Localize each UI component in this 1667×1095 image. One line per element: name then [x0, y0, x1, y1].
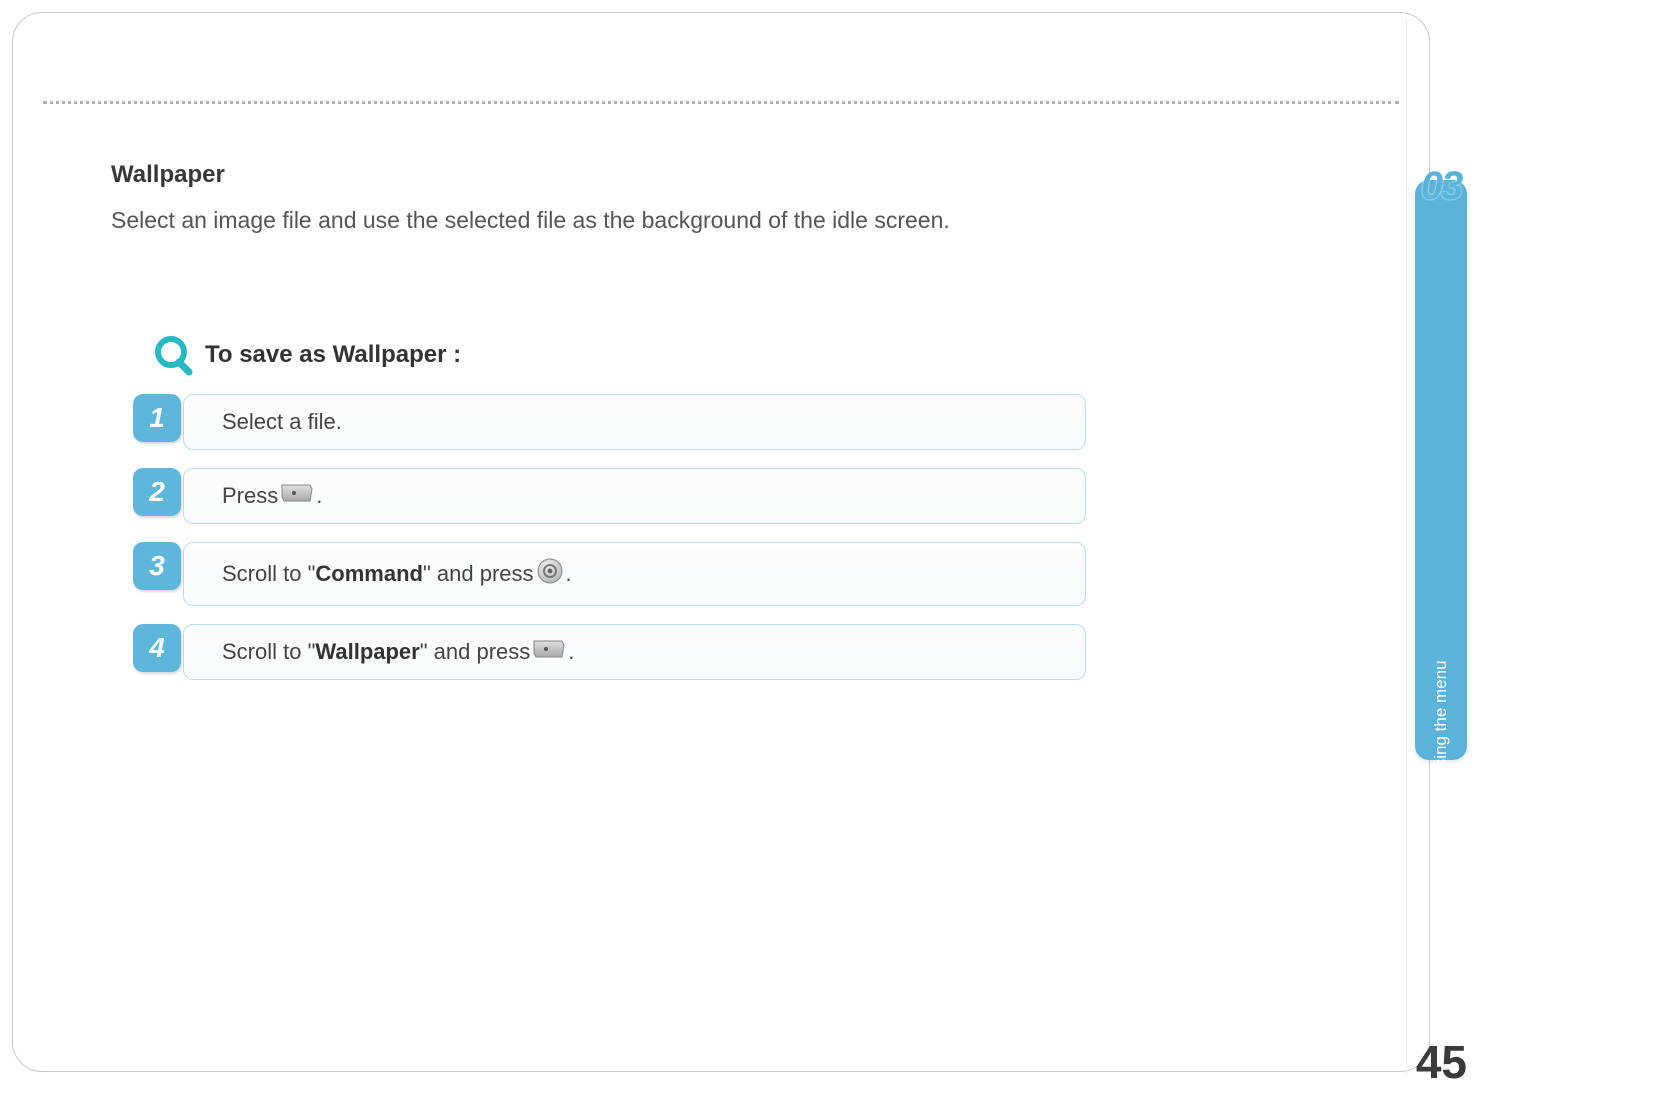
- dotted-divider: [43, 101, 1399, 104]
- step-text: Press: [222, 483, 278, 509]
- step-box: Select a file.: [183, 394, 1086, 450]
- section-title: Wallpaper: [111, 161, 1369, 189]
- step-row: 2Press .: [151, 468, 1086, 524]
- softkey-icon: [532, 639, 566, 665]
- page-number: 45: [1416, 1035, 1467, 1089]
- chapter-tab: 03 Using the menu: [1415, 180, 1467, 760]
- steps-container: 1Select a file. 2Press . 3Scroll to "Comma…: [151, 394, 1086, 680]
- step-text: .: [568, 639, 574, 665]
- step-text: " and press: [423, 561, 534, 587]
- vertical-gutter-line: [1406, 20, 1407, 1075]
- step-text: Scroll to ": [222, 561, 315, 587]
- step-number-badge: 3: [133, 542, 181, 590]
- step-box: Press .: [183, 468, 1086, 524]
- step-text: " and press: [420, 639, 531, 665]
- procedure-title: To save as Wallpaper :: [205, 341, 461, 369]
- step-number-badge: 4: [133, 624, 181, 672]
- step-row: 3Scroll to "Command" and press .: [151, 542, 1086, 606]
- step-text: .: [566, 561, 572, 587]
- section-description: Select an image file and use the selecte…: [111, 207, 1369, 234]
- magnifier-icon: [151, 334, 193, 376]
- step-number-badge: 1: [133, 394, 181, 442]
- step-row: 4Scroll to "Wallpaper" and press .: [151, 624, 1086, 680]
- procedure-block: To save as Wallpaper : 1Select a file. 2P…: [151, 334, 1086, 680]
- chapter-number: 03: [1421, 164, 1462, 209]
- softkey-icon: [280, 483, 314, 509]
- procedure-header: To save as Wallpaper :: [151, 334, 1086, 376]
- content-area: Wallpaper Select an image file and use t…: [111, 161, 1369, 698]
- ok-button-icon: [536, 557, 564, 591]
- step-box: Scroll to "Command" and press .: [183, 542, 1086, 606]
- step-row: 1Select a file.: [151, 394, 1086, 450]
- step-text: .: [316, 483, 322, 509]
- page-frame: Wallpaper Select an image file and use t…: [12, 12, 1430, 1072]
- step-text-bold: Wallpaper: [315, 639, 419, 665]
- step-text-bold: Command: [315, 561, 423, 587]
- step-text: Select a file.: [222, 409, 342, 435]
- step-text: Scroll to ": [222, 639, 315, 665]
- step-box: Scroll to "Wallpaper" and press .: [183, 624, 1086, 680]
- step-number-badge: 2: [133, 468, 181, 516]
- chapter-label: Using the menu: [1431, 660, 1451, 779]
